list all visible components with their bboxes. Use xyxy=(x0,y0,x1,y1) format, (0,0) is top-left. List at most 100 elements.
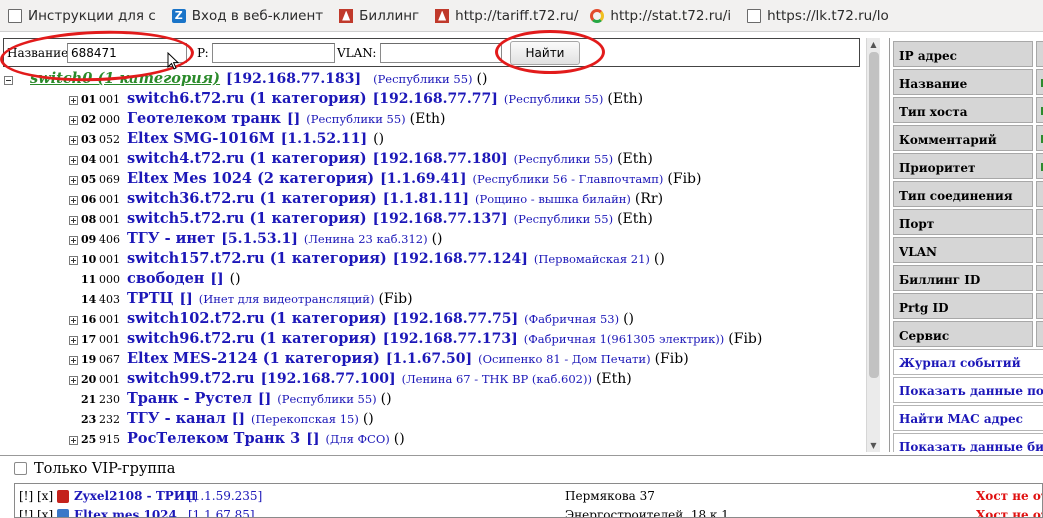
tree-row[interactable]: 01 001 switch6.t72.ru (1 категория) [192.16… xyxy=(69,90,643,110)
tree-row[interactable]: 17 001 switch96.t72.ru (1 категория) [192.1… xyxy=(69,330,762,350)
tree-node-name[interactable]: Геотелеком транк xyxy=(127,110,281,127)
vlan-input[interactable] xyxy=(380,43,502,63)
tree-node-name[interactable]: switch6.t72.ru (1 категория) xyxy=(127,90,367,107)
expand-icon[interactable] xyxy=(69,315,78,325)
host-alert-row[interactable]: [!] [x] Eltex mes 1024 [1.1.67.85] Энергост… xyxy=(19,508,1042,517)
tree-node-ip[interactable]: [192.168.77.75] xyxy=(393,311,518,327)
tree-node-ip[interactable]: [] xyxy=(287,111,300,127)
tree-row[interactable]: 20 001 switch99.t72.ru [192.168.77.100] (Лен… xyxy=(69,370,632,390)
expand-icon[interactable] xyxy=(69,135,78,145)
bookmark-stat[interactable]: http://stat.t72.ru/i xyxy=(584,0,737,32)
expand-icon[interactable] xyxy=(69,355,78,365)
tree-node-ip[interactable]: [192.168.77.124] xyxy=(393,251,528,267)
tree-node-name[interactable]: switch96.t72.ru (1 категория) xyxy=(127,330,377,347)
host-ip[interactable]: [1.1.67.85] xyxy=(188,508,255,517)
tree-node-name[interactable]: ТРТЦ xyxy=(127,290,174,307)
host-flags[interactable]: [!] [x] xyxy=(19,489,53,503)
panel-action-link[interactable]: Показать данные биллин xyxy=(893,433,1043,452)
host-ip[interactable]: [1.1.59.235] xyxy=(188,489,262,503)
scroll-thumb[interactable] xyxy=(869,52,879,378)
scroll-down-arrow-icon[interactable]: ▼ xyxy=(867,439,880,452)
tree-node-name[interactable]: switch102.t72.ru (1 категория) xyxy=(127,310,387,327)
tree-row[interactable]: 25 915 РосТелеком Транк 3 [] (Для ФСО)() xyxy=(69,430,405,450)
tree-row[interactable]: 11 000 свободен [] () xyxy=(69,270,241,290)
tree-row-number: 09 xyxy=(81,233,97,246)
collapse-icon[interactable] xyxy=(4,75,13,85)
tree-node-name[interactable]: switch157.t72.ru (1 категория) xyxy=(127,250,387,267)
tree-node-name[interactable]: Eltex MES-2124 (1 категория) xyxy=(127,350,380,367)
tree-row[interactable]: 04 001 switch4.t72.ru (1 категория) [192.16… xyxy=(69,150,653,170)
expand-icon[interactable] xyxy=(69,255,78,265)
tree-scrollbar[interactable]: ▲ ▼ xyxy=(866,38,880,452)
expand-icon[interactable] xyxy=(69,155,78,165)
tree-node-link-type: (Eth) xyxy=(607,91,644,107)
bookmark-webclient[interactable]: Z Вход в веб-клиент xyxy=(162,0,329,32)
tree-row[interactable]: 14 403 ТРТЦ [] (Инет для видеотрансляций) (Fi… xyxy=(69,290,413,310)
tree-row[interactable]: 08 001 switch5.t72.ru (1 категория) [192.16… xyxy=(69,210,653,230)
tree-node-name[interactable]: свободен xyxy=(127,270,204,287)
expand-icon[interactable] xyxy=(69,95,78,105)
tree-node-name[interactable]: switch5.t72.ru (1 категория) xyxy=(127,210,367,227)
tree-node-ip[interactable]: [] xyxy=(232,411,245,427)
tree-node-ip[interactable]: [192.168.77.173] xyxy=(383,331,518,347)
tree-node-name[interactable]: ТГУ - инет xyxy=(127,230,215,247)
tree-node-link-type: () xyxy=(623,311,635,327)
tree-node-ip[interactable]: [1.1.69.41] xyxy=(380,171,466,187)
tree-node-ip[interactable]: [5.1.53.1] xyxy=(221,231,298,247)
tree-node-ip[interactable]: [192.168.77.180] xyxy=(373,151,508,167)
expand-icon[interactable] xyxy=(69,235,78,245)
expand-icon[interactable] xyxy=(69,115,78,125)
tree-row[interactable]: 03 052 Eltex SMG-1016M [1.1.52.11] () xyxy=(69,130,384,150)
tree-node-ip[interactable]: [1.1.81.11] xyxy=(383,191,469,207)
tree-row[interactable]: 02 000 Геотелеком транк [] (Республики 55) (E… xyxy=(69,110,445,130)
bookmark-instructions[interactable]: Инструкции для с xyxy=(0,0,162,32)
bookmark-billing[interactable]: Биллинг xyxy=(329,0,425,32)
panel-action-link[interactable]: Журнал событий xyxy=(893,349,1043,375)
tree-row[interactable]: 21 230 Транк - Рустел [] (Республики 55)() xyxy=(69,390,392,410)
bookmark-tariff[interactable]: http://tariff.t72.ru/ xyxy=(425,0,584,32)
tree-node-ip[interactable]: [1.1.67.50] xyxy=(386,351,472,367)
tree-node-name[interactable]: switch36.t72.ru (1 категория) xyxy=(127,190,377,207)
tree-row-number: 11 xyxy=(81,273,97,286)
host-name[interactable]: Zyxel2108 - ТРИЦ xyxy=(74,489,197,503)
tree-node-ip[interactable]: [192.168.77.100] xyxy=(261,371,396,387)
expand-icon[interactable] xyxy=(69,215,78,225)
tree-row[interactable]: 05 069 Eltex Mes 1024 (2 категория) [1.1.69… xyxy=(69,170,701,190)
tree-node-ip[interactable]: [] xyxy=(258,391,271,407)
tree-node-name[interactable]: Eltex Mes 1024 (2 категория) xyxy=(127,170,374,187)
host-name[interactable]: Eltex mes 1024 xyxy=(74,508,177,517)
tree-node-name[interactable]: switch4.t72.ru (1 категория) xyxy=(127,150,367,167)
expand-icon[interactable] xyxy=(69,375,78,385)
tree-node-name[interactable]: РосТелеком Транк 3 xyxy=(127,430,300,447)
tree-node-name[interactable]: switch99.t72.ru xyxy=(127,370,255,387)
tree-row[interactable]: 19 067 Eltex MES-2124 (1 категория) [1.1.67… xyxy=(69,350,689,370)
panel-action-link[interactable]: Показать данные порта xyxy=(893,377,1043,403)
host-flags[interactable]: [!] [x] xyxy=(19,508,53,517)
vip-checkbox[interactable] xyxy=(14,462,27,475)
panel-action-link[interactable]: Найти MAC адрес xyxy=(893,405,1043,431)
tree-row[interactable]: 23 232 ТГУ - канал [] (Перекопская 15)() xyxy=(69,410,374,430)
tree-row[interactable]: 06 001 switch36.t72.ru (1 категория) [1.1.8… xyxy=(69,190,663,210)
tree-node-ip[interactable]: [192.168.77.183] xyxy=(226,71,361,87)
tree-node-ip[interactable]: [] xyxy=(306,431,319,447)
bookmark-lk[interactable]: https://lk.t72.ru/lo xyxy=(737,0,895,32)
tree-node-ip[interactable]: [192.168.77.77] xyxy=(373,91,498,107)
expand-icon[interactable] xyxy=(69,175,78,185)
ip-input[interactable] xyxy=(212,43,335,63)
host-alert-row[interactable]: [!] [x] Zyxel2108 - ТРИЦ [1.1.59.235] Пермя… xyxy=(19,489,1042,507)
tree-row[interactable]: 16 001 switch102.t72.ru (1 категория) [192.… xyxy=(69,310,634,330)
tree-node-ip[interactable]: [192.168.77.137] xyxy=(373,211,508,227)
tree-node-ip[interactable]: [1.1.52.11] xyxy=(281,131,367,147)
tree-node-name[interactable]: ТГУ - канал xyxy=(127,410,226,427)
scroll-up-arrow-icon[interactable]: ▲ xyxy=(867,38,880,51)
expand-icon[interactable] xyxy=(69,195,78,205)
expand-icon[interactable] xyxy=(69,435,78,445)
tree-node-ip[interactable]: [] xyxy=(210,271,223,287)
tree-node-name[interactable]: Eltex SMG-1016M xyxy=(127,130,275,147)
tree-node-ip[interactable]: [] xyxy=(180,291,193,307)
tree-node-name[interactable]: Транк - Рустел xyxy=(127,390,252,407)
expand-icon[interactable] xyxy=(69,335,78,345)
tree-row[interactable]: 10 001 switch157.t72.ru (1 категория) [192.… xyxy=(69,250,665,270)
tree-node-link-type: (Eth) xyxy=(595,371,632,387)
tree-row[interactable]: 09 406 ТГУ - инет [5.1.53.1] (Ленина 23 каб.… xyxy=(69,230,443,250)
